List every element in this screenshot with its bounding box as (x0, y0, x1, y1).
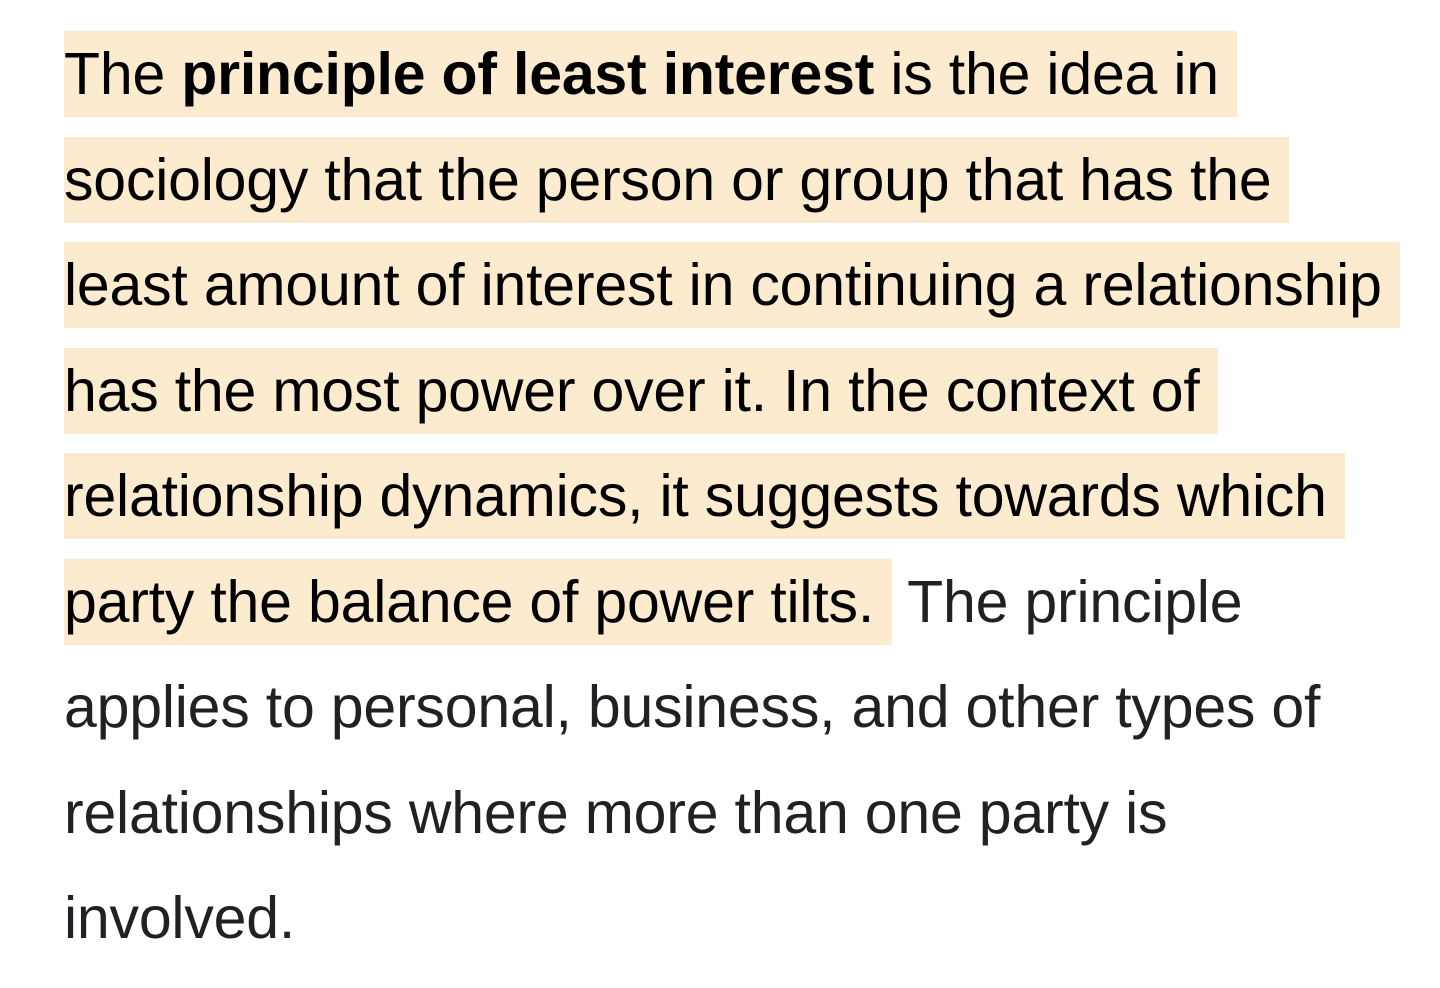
highlighted-answer: The principle of least interest is the i… (64, 31, 1400, 645)
highlight-prefix: The (64, 41, 182, 107)
highlight-rest: is the idea in sociology that the person… (64, 41, 1382, 635)
bold-term: principle of least interest (181, 41, 875, 107)
featured-snippet-text: The principle of least interest is the i… (64, 22, 1404, 972)
